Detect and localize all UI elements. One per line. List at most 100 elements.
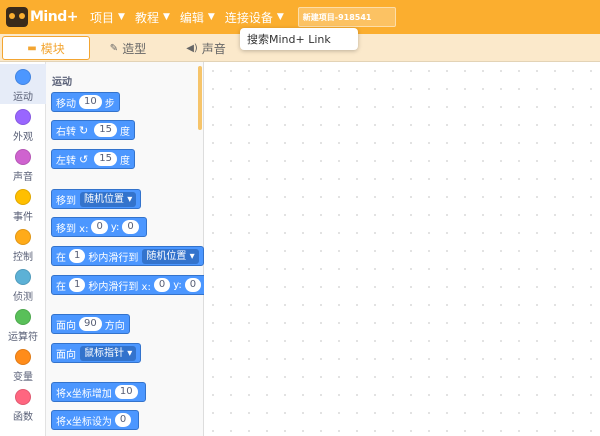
- tab-costumes-label: 造型: [122, 41, 147, 56]
- block-text: 度: [119, 155, 130, 167]
- y-input[interactable]: 0: [122, 220, 139, 234]
- block-text: y:: [173, 279, 182, 291]
- palette-scrollbar[interactable]: [198, 66, 202, 130]
- search-mindplus-link-item[interactable]: 搜索Mind+ Link: [240, 28, 358, 50]
- menu-edit[interactable]: 编辑 ▼: [180, 9, 215, 26]
- direction-input[interactable]: 90: [79, 317, 102, 331]
- category-label: 运算符: [8, 332, 38, 343]
- x-set-input[interactable]: 0: [114, 413, 132, 427]
- category-dot-icon: [15, 349, 31, 365]
- block-text: 将x坐标增加: [56, 388, 112, 400]
- category-control[interactable]: 控制: [0, 224, 46, 264]
- brand-name: Mind+: [30, 9, 78, 25]
- category-dot-icon: [15, 69, 31, 85]
- category-label: 控制: [13, 252, 33, 263]
- caret-down-icon: ▼: [207, 12, 215, 22]
- category-dot-icon: [15, 389, 31, 405]
- category-menu: 运动 外观 声音 事件 控制 侦测 运算符 变量 函数: [0, 62, 46, 436]
- menu-edit-label: 编辑: [179, 10, 204, 25]
- block-text: 面向: [56, 349, 76, 361]
- block-move-steps[interactable]: 移动 10 步: [51, 92, 120, 112]
- menu-connect-device-label: 连接设备: [224, 10, 273, 25]
- menu-connect-device[interactable]: 连接设备 ▼: [225, 9, 284, 26]
- rotate-left-icon: ↺: [79, 152, 89, 166]
- rotate-right-icon: ↻: [79, 123, 89, 137]
- caret-down-icon: ▾: [127, 347, 133, 359]
- block-text: 秒内滑行到 x:: [88, 281, 151, 293]
- block-text: 在: [56, 252, 66, 264]
- caret-down-icon: ▾: [127, 193, 133, 205]
- category-events[interactable]: 事件: [0, 184, 46, 224]
- blocks-icon: ▬: [27, 42, 37, 54]
- category-functions[interactable]: 函数: [0, 384, 46, 424]
- y-input[interactable]: 0: [184, 278, 202, 292]
- brush-icon: ✎: [109, 42, 119, 54]
- project-name-input[interactable]: 新建项目-918541: [297, 7, 396, 27]
- menu-tutorial-label: 教程: [134, 10, 159, 25]
- block-text: 面向: [56, 320, 76, 332]
- block-turn-right[interactable]: 右转 ↻ 15 度: [51, 120, 135, 140]
- category-dot-icon: [15, 109, 31, 125]
- block-point-towards[interactable]: 面向 鼠标指针 ▾: [51, 343, 142, 363]
- steps-input[interactable]: 10: [79, 95, 102, 109]
- category-label: 外观: [13, 132, 33, 143]
- caret-down-icon: ▾: [189, 250, 195, 262]
- block-text: 移到 x:: [56, 223, 89, 235]
- block-text: 移到: [56, 195, 76, 207]
- section-title: 运动: [52, 77, 72, 88]
- dropdown-value: 随机位置: [146, 250, 187, 262]
- block-text: 秒内滑行到: [88, 252, 139, 264]
- point-target-dropdown[interactable]: 鼠标指针 ▾: [80, 345, 137, 361]
- mindplus-logo[interactable]: Mind+: [6, 7, 80, 27]
- category-label: 变量: [13, 372, 33, 383]
- seconds-input[interactable]: 1: [69, 278, 86, 292]
- block-glide-to[interactable]: 在 1 秒内滑行到 随机位置 ▾: [51, 246, 204, 266]
- block-goto-xy[interactable]: 移到 x: 0 y: 0: [51, 217, 147, 237]
- dropdown-value: 鼠标指针: [84, 347, 124, 359]
- block-text: y:: [110, 221, 120, 233]
- category-sound[interactable]: 声音: [0, 144, 46, 184]
- goto-target-dropdown[interactable]: 随机位置 ▾: [80, 191, 137, 207]
- block-text: 左转: [56, 155, 76, 167]
- category-sensing[interactable]: 侦测: [0, 264, 46, 304]
- category-label: 运动: [13, 92, 33, 103]
- menu-project-label: 项目: [90, 10, 115, 25]
- code-workspace[interactable]: [204, 62, 600, 436]
- block-text: 移动: [56, 98, 76, 110]
- menu-project[interactable]: 项目 ▼: [90, 9, 125, 26]
- block-glide-xy[interactable]: 在 1 秒内滑行到 x: 0 y: 0: [51, 275, 210, 295]
- x-change-input[interactable]: 10: [114, 385, 138, 399]
- category-looks[interactable]: 外观: [0, 104, 46, 144]
- x-input[interactable]: 0: [91, 220, 108, 234]
- glide-target-dropdown[interactable]: 随机位置 ▾: [142, 248, 199, 264]
- category-operators[interactable]: 运算符: [0, 304, 46, 344]
- degrees-input[interactable]: 15: [94, 123, 117, 137]
- dropdown-value: 随机位置: [84, 193, 124, 205]
- block-text: 将x坐标设为: [56, 416, 112, 428]
- tab-sounds[interactable]: ◀) 声音: [166, 36, 246, 60]
- caret-down-icon: ▼: [276, 12, 284, 22]
- block-text: 方向: [104, 320, 125, 332]
- category-motion[interactable]: 运动: [0, 64, 46, 104]
- category-label: 函数: [13, 412, 33, 423]
- tab-costumes[interactable]: ✎ 造型: [90, 36, 166, 60]
- block-turn-left[interactable]: 左转 ↺ 15 度: [51, 149, 135, 169]
- block-text: 在: [56, 281, 66, 293]
- degrees-input[interactable]: 15: [94, 152, 117, 166]
- caret-down-icon: ▼: [118, 12, 125, 22]
- block-text: 度: [119, 126, 130, 138]
- block-goto[interactable]: 移到 随机位置 ▾: [51, 189, 142, 209]
- speaker-icon: ◀): [186, 42, 198, 54]
- tab-blocks[interactable]: ▬ 模块: [2, 36, 90, 60]
- block-change-x[interactable]: 将x坐标增加 10: [51, 382, 146, 402]
- category-label: 侦测: [13, 292, 33, 303]
- category-dot-icon: [15, 149, 31, 165]
- x-input[interactable]: 0: [153, 278, 171, 292]
- block-set-x[interactable]: 将x坐标设为 0: [51, 410, 140, 430]
- seconds-input[interactable]: 1: [69, 249, 86, 263]
- menu-tutorial[interactable]: 教程 ▼: [135, 9, 170, 26]
- category-dot-icon: [15, 269, 31, 285]
- category-dot-icon: [15, 309, 31, 325]
- block-point-direction[interactable]: 面向 90 方向: [51, 314, 130, 334]
- category-variables[interactable]: 变量: [0, 344, 46, 384]
